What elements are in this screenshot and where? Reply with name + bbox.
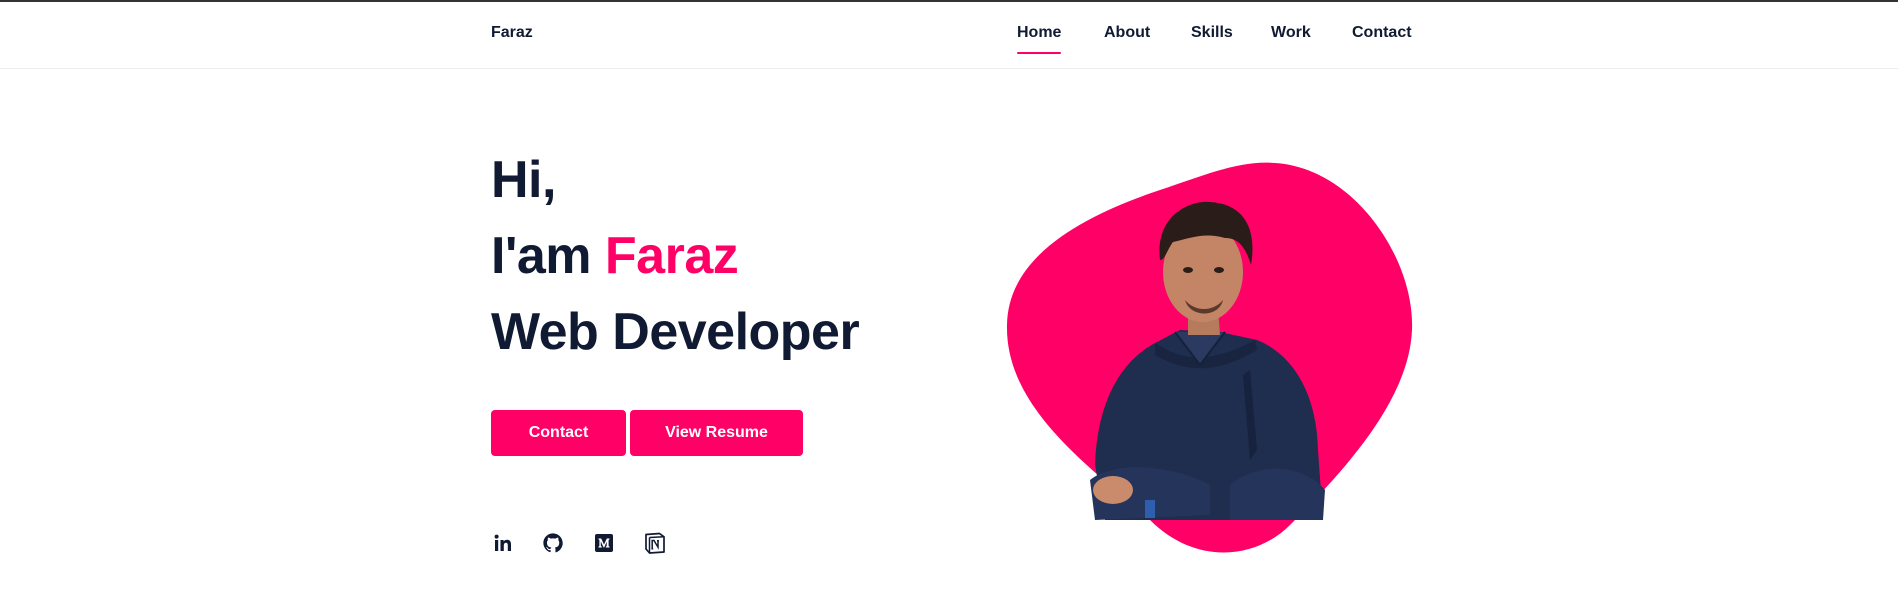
notion-icon[interactable] (643, 531, 667, 555)
nav-about[interactable]: About (1104, 24, 1150, 42)
hero-intro-prefix: I'am (491, 227, 605, 285)
brand-logo[interactable]: Faraz (491, 24, 533, 42)
portrait-image (1006, 162, 1413, 553)
hero-greeting: Hi, (491, 151, 556, 209)
nav-work[interactable]: Work (1271, 24, 1311, 42)
hero-intro: I'am Faraz (491, 226, 739, 286)
hero-role: Web Developer (491, 303, 860, 361)
nav-home[interactable]: Home (1017, 24, 1062, 54)
main-nav: Home About Skills Work Contact (1000, 24, 1413, 64)
hero-name: Faraz (604, 227, 739, 285)
nav-contact[interactable]: Contact (1352, 24, 1412, 42)
linkedin-icon[interactable] (491, 531, 515, 555)
nav-skills[interactable]: Skills (1191, 24, 1233, 42)
contact-button[interactable]: Contact (491, 410, 626, 456)
hero-portrait (1005, 160, 1415, 560)
medium-icon[interactable] (592, 531, 616, 555)
site-header: Faraz Home About Skills Work Contact (0, 2, 1898, 69)
view-resume-button[interactable]: View Resume (630, 410, 803, 456)
github-icon[interactable] (541, 531, 565, 555)
